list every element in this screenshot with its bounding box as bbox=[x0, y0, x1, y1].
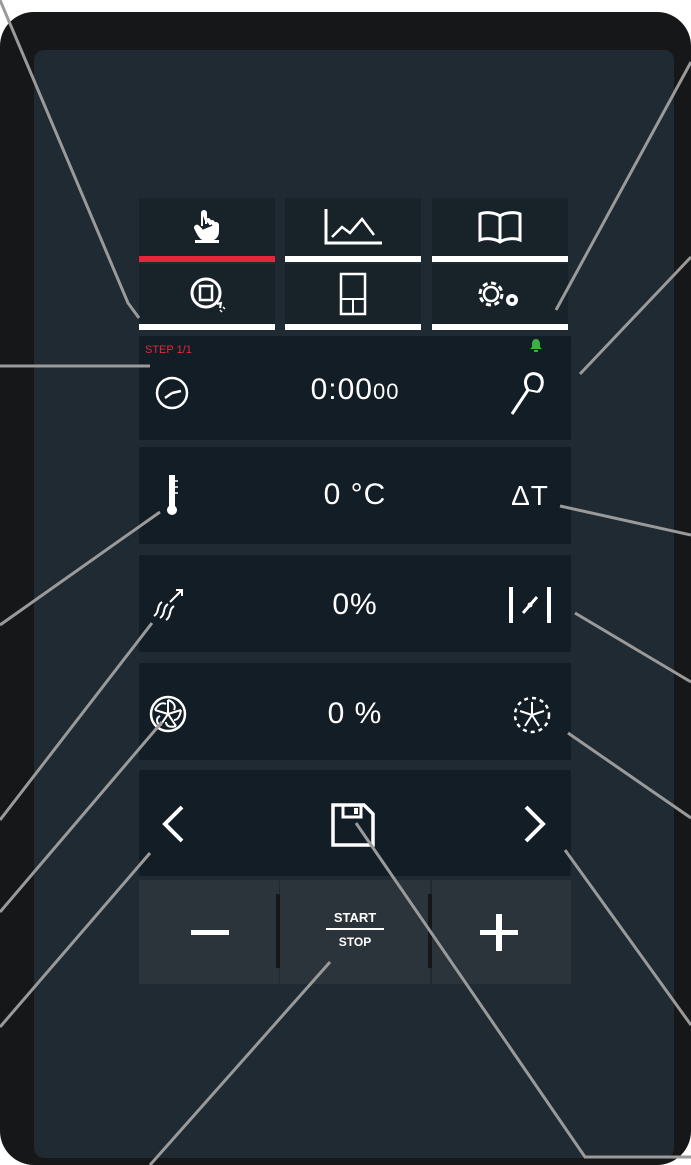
save-icon[interactable] bbox=[330, 802, 376, 848]
fan-value: 0 % bbox=[327, 697, 383, 730]
tab-recipe-cycle[interactable] bbox=[139, 264, 275, 324]
previous-arrow-icon[interactable] bbox=[160, 804, 186, 844]
plus-button[interactable] bbox=[432, 880, 571, 984]
recipe-cycle-icon bbox=[190, 277, 226, 313]
timer-main: 0:00 bbox=[310, 373, 373, 406]
tab-recipe-book[interactable] bbox=[432, 198, 568, 256]
tab-indicator bbox=[432, 256, 568, 262]
tab-indicator bbox=[285, 256, 421, 262]
timer-value: 0:0000 bbox=[270, 373, 440, 407]
step-label: STEP 1/1 bbox=[145, 344, 192, 356]
steam-icon bbox=[153, 589, 183, 621]
book-icon bbox=[478, 211, 522, 244]
next-arrow-icon[interactable] bbox=[522, 804, 548, 844]
start-stop-button[interactable]: START STOP bbox=[280, 880, 430, 984]
clock-icon[interactable] bbox=[153, 374, 191, 412]
oven-door-icon bbox=[339, 272, 367, 316]
core-probe-icon[interactable] bbox=[508, 370, 548, 416]
damper-valve-icon[interactable] bbox=[507, 585, 553, 625]
timer-seconds: 00 bbox=[372, 379, 400, 404]
tab-oven-layout[interactable] bbox=[285, 264, 421, 324]
plus-icon-v bbox=[496, 914, 502, 951]
hand-pointer-icon bbox=[194, 210, 219, 243]
tab-graph[interactable] bbox=[285, 198, 421, 256]
temperature-value: 0 °C bbox=[323, 478, 387, 511]
tab-settings[interactable] bbox=[432, 264, 568, 324]
fan-speed-icon bbox=[149, 695, 187, 733]
tab-indicator bbox=[139, 324, 275, 330]
humidity-value: 0% bbox=[332, 588, 378, 621]
delta-t-button[interactable]: ΔT bbox=[500, 480, 560, 512]
stop-label: STOP bbox=[338, 935, 372, 949]
tab-indicator bbox=[285, 324, 421, 330]
tab-active-indicator bbox=[139, 256, 275, 262]
bell-icon bbox=[530, 339, 542, 352]
start-label: START bbox=[333, 910, 377, 925]
line-chart-icon bbox=[324, 209, 382, 245]
panel-gap bbox=[350, 653, 358, 663]
minus-icon bbox=[191, 930, 229, 935]
tab-manual-mode[interactable] bbox=[139, 198, 275, 256]
settings-gears-icon bbox=[478, 281, 518, 307]
thermometer-icon bbox=[167, 475, 178, 515]
tab-indicator bbox=[432, 324, 568, 330]
fan-reverse-icon[interactable] bbox=[510, 694, 554, 736]
minus-button[interactable] bbox=[139, 880, 279, 984]
start-stop-divider bbox=[326, 928, 384, 930]
